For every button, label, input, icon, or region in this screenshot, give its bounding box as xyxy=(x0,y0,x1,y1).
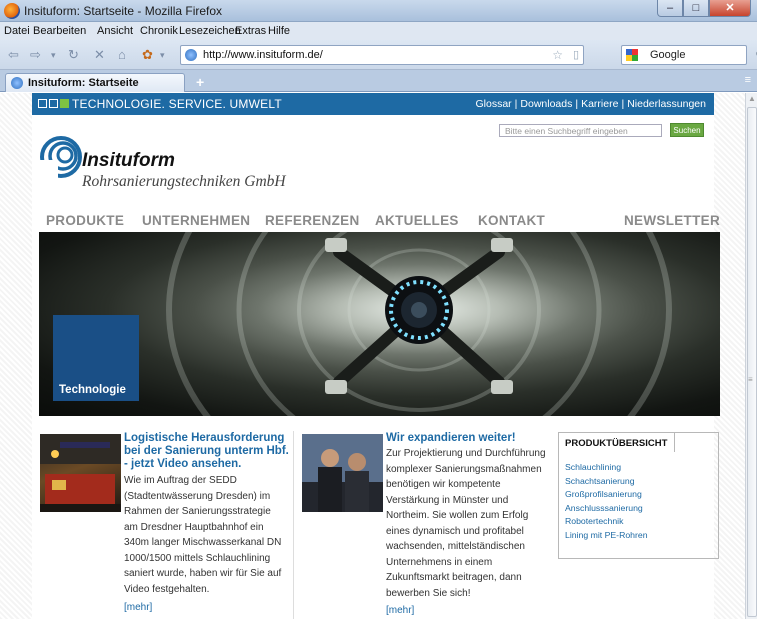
news-1-more-link[interactable]: [mehr] xyxy=(124,602,152,613)
site-search-input[interactable]: Bitte einen Suchbegriff eingeben xyxy=(499,124,662,137)
website: TECHNOLOGIE. SERVICE. UMWELT Glossar | Dow… xyxy=(32,93,720,619)
menu-extras[interactable]: Extras xyxy=(235,25,266,37)
tab-list-icon[interactable]: ≡ xyxy=(745,74,751,86)
maximize-button[interactable]: □ xyxy=(683,0,709,17)
news-2-body: Zur Projektierung und Durchführung kompl… xyxy=(386,448,546,599)
produkt-link-lining-pe[interactable]: Lining mit PE-Rohren xyxy=(565,529,648,543)
tab-bar: Insituform: Startseite + ≡ xyxy=(0,70,757,92)
addon-dropdown-icon[interactable]: ▾ xyxy=(160,50,165,61)
history-dropdown-icon[interactable]: ▾ xyxy=(51,50,56,61)
new-tab-button[interactable]: + xyxy=(196,74,204,90)
produkt-uebersicht-title: PRODUKTÜBERSICHT xyxy=(558,432,675,452)
site-identity-icon[interactable] xyxy=(185,49,197,61)
produkt-link-robotertechnik[interactable]: Robotertechnik xyxy=(565,515,648,529)
link-glossar[interactable]: Glossar xyxy=(475,98,511,110)
vertical-scrollbar[interactable]: ▲ ≡ xyxy=(745,93,757,619)
hero-banner[interactable]: Technologie xyxy=(39,232,720,416)
stop-icon[interactable]: ✕ xyxy=(94,47,105,63)
top-links: Glossar | Downloads | Karriere | Niederlassung… xyxy=(475,98,706,110)
produkt-uebersicht-box: PRODUKTÜBERSICHT Schlauchlining Schachts… xyxy=(558,432,719,559)
technologie-label[interactable]: Technologie xyxy=(59,384,126,396)
menu-lesezeichen[interactable]: Lesezeichen xyxy=(179,25,241,37)
back-icon[interactable]: ⇦ xyxy=(8,47,19,63)
forward-icon[interactable]: ⇨ xyxy=(30,47,41,63)
produkt-link-schlauchlining[interactable]: Schlauchlining xyxy=(565,461,648,475)
scrollbar-thumb[interactable] xyxy=(747,107,757,617)
minimize-button[interactable]: – xyxy=(657,0,683,17)
logo-name[interactable]: Insituform xyxy=(82,150,175,172)
logo-subtitle: Rohrsanierungstechniken GmbH xyxy=(82,173,286,190)
bookmark-star-icon[interactable]: ☆ xyxy=(552,48,563,62)
news-2-title[interactable]: Wir expandieren weiter! xyxy=(386,432,516,445)
tagline: TECHNOLOGIE. SERVICE. UMWELT xyxy=(72,97,282,111)
news-2-more-link[interactable]: [mehr] xyxy=(386,605,414,616)
scroll-grip-icon: ≡ xyxy=(748,375,753,384)
nav-kontakt[interactable]: KONTAKT xyxy=(478,213,545,228)
produkt-link-anschlusssanierung[interactable]: Anschlusssanierung xyxy=(565,502,648,516)
google-icon[interactable] xyxy=(626,49,638,61)
address-bar[interactable]: http://www.insituform.de/ ☆ ▯ xyxy=(180,45,584,65)
firefox-icon xyxy=(4,3,20,19)
link-niederlassungen[interactable]: Niederlassungen xyxy=(627,98,706,110)
tab-favicon-icon xyxy=(11,77,23,89)
web-search-box[interactable]: Google ⚲ xyxy=(621,45,757,65)
menu-ansicht[interactable]: Ansicht xyxy=(97,25,133,37)
menu-bar: Datei Bearbeiten Ansicht Chronik Lesezei… xyxy=(0,22,757,40)
search-engine-label[interactable]: Google xyxy=(650,49,685,61)
produkt-link-schachtsanierung[interactable]: Schachtsanierung xyxy=(565,475,648,489)
menu-datei[interactable]: Datei xyxy=(4,25,30,37)
tab-label: Insituform: Startseite xyxy=(28,77,139,89)
window-title: Insituform: Startseite - Mozilla Firefox xyxy=(24,4,223,18)
close-button[interactable]: ✕ xyxy=(709,0,751,17)
window-titlebar: Insituform: Startseite - Mozilla Firefox… xyxy=(0,0,757,22)
addon-icon[interactable]: ✿ xyxy=(142,47,153,63)
pipe-robot-image xyxy=(166,232,672,416)
menu-chronik[interactable]: Chronik xyxy=(140,25,178,37)
news-1-title[interactable]: Logistische Herausforderung bei der Sani… xyxy=(124,432,289,471)
nav-referenzen[interactable]: REFERENZEN xyxy=(265,213,360,228)
news-1-body: Wie im Auftrag der SEDD (Stadtentwässeru… xyxy=(124,475,282,595)
home-icon[interactable]: ⌂ xyxy=(118,47,126,62)
site-search-button[interactable]: Suchen xyxy=(670,123,704,137)
news-image-team[interactable] xyxy=(302,434,383,512)
reload-icon[interactable]: ↻ xyxy=(68,47,79,63)
feed-icon[interactable]: ▯ xyxy=(573,48,579,61)
nav-newsletter[interactable]: NEWSLETTER xyxy=(624,213,720,228)
produkt-list: Schlauchlining Schachtsanierung Großprof… xyxy=(565,461,648,542)
menu-bearbeiten[interactable]: Bearbeiten xyxy=(33,25,86,37)
brand-squares-icon xyxy=(38,99,69,108)
page-viewport: TECHNOLOGIE. SERVICE. UMWELT Glossar | Dow… xyxy=(0,93,745,619)
tab-startseite[interactable]: Insituform: Startseite xyxy=(5,73,185,92)
top-strip: TECHNOLOGIE. SERVICE. UMWELT Glossar | Dow… xyxy=(32,93,714,115)
menu-hilfe[interactable]: Hilfe xyxy=(268,25,290,37)
nav-unternehmen[interactable]: UNTERNEHMEN xyxy=(142,213,250,228)
scroll-up-icon[interactable]: ▲ xyxy=(748,94,756,103)
nav-aktuelles[interactable]: AKTUELLES xyxy=(375,213,459,228)
url-text[interactable]: http://www.insituform.de/ xyxy=(203,49,323,61)
link-karriere[interactable]: Karriere xyxy=(581,98,618,110)
produkt-link-grossprofilsanierung[interactable]: Großprofilsanierung xyxy=(565,488,648,502)
news-image-bahnhof[interactable] xyxy=(40,434,121,512)
insituform-logo-icon[interactable] xyxy=(40,136,82,178)
window-controls: – □ ✕ xyxy=(657,0,751,18)
column-divider xyxy=(293,431,294,619)
link-downloads[interactable]: Downloads xyxy=(520,98,572,110)
navigation-toolbar: ⇦ ⇨ ▾ ↻ ✕ ⌂ ✿ ▾ http://www.insituform.de… xyxy=(0,40,757,70)
nav-produkte[interactable]: PRODUKTE xyxy=(46,213,124,228)
